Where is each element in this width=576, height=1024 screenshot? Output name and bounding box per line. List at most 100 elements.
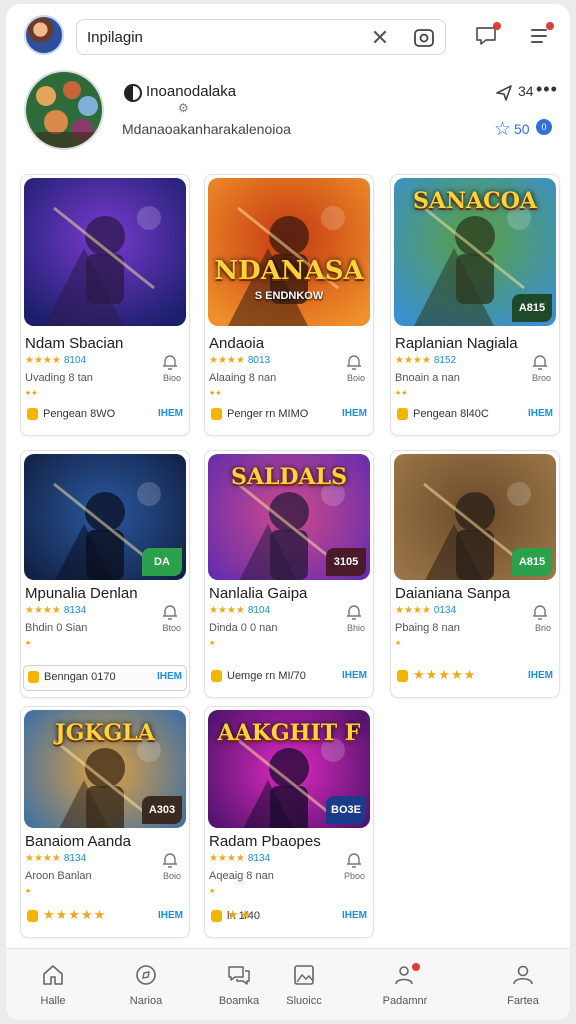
install-link[interactable]: IHEM bbox=[158, 910, 183, 921]
card-footer[interactable]: ★★★★★ IHEM bbox=[23, 905, 187, 931]
search-bar[interactable]: Inpilagin ✕ bbox=[76, 19, 446, 55]
card-footer[interactable]: Uemge rn MI/70 IHEM bbox=[207, 665, 371, 691]
bell-icon[interactable] bbox=[531, 353, 549, 371]
app-card[interactable]: NDANASA S ENDNKOW Andaoia ★★★★ 8013 Alaaing… bbox=[204, 174, 374, 436]
card-title[interactable]: Daianiana Sanpa bbox=[395, 585, 510, 602]
app-card[interactable]: A815 Daianiana Sanpa ★★★★ 0134 Pbaing 8 nan… bbox=[390, 450, 560, 698]
bell-icon[interactable] bbox=[161, 603, 179, 621]
card-title[interactable]: Mpunalia Denlan bbox=[25, 585, 138, 602]
card-meta: Dinda 0 0 nan bbox=[209, 622, 278, 634]
thumbnail-badge: DA bbox=[142, 548, 182, 576]
camera-icon[interactable] bbox=[413, 27, 435, 49]
app-card[interactable]: SANACOA A815 Raplanian Nagiala ★★★★ 8152 Bn… bbox=[390, 174, 560, 436]
bottom-nav: Halle Narioa Boamka Sluoicc Padamnr Fart… bbox=[6, 948, 570, 1020]
nav-label: Fartea bbox=[507, 995, 539, 1007]
coupon-icon bbox=[27, 910, 38, 922]
coupon-icon bbox=[397, 408, 408, 420]
thumbnail-title: SALDALS bbox=[231, 464, 347, 490]
bell-label: Brio bbox=[534, 623, 551, 633]
card-rating: ★★★★ 8134 bbox=[25, 605, 86, 616]
install-link[interactable]: IHEM bbox=[342, 670, 367, 681]
compass-icon bbox=[136, 965, 156, 985]
card-footer[interactable]: Pengean 8WO IHEM bbox=[23, 403, 187, 429]
search-input[interactable]: Inpilagin bbox=[87, 29, 143, 46]
install-link[interactable]: IHEM bbox=[528, 670, 553, 681]
chat-bubbles-icon bbox=[228, 966, 250, 985]
bell-label: Boio bbox=[162, 871, 181, 881]
gear-icon[interactable]: ⚙ bbox=[178, 101, 189, 115]
nav-item-profile[interactable]: Fartea bbox=[478, 949, 568, 1020]
thumbnail-title: AAKGHIT F bbox=[217, 720, 361, 746]
bell-label: Btoo bbox=[162, 623, 181, 633]
nav-label: Halle bbox=[40, 995, 66, 1007]
coupon-icon bbox=[28, 671, 39, 683]
card-title[interactable]: Andaoia bbox=[209, 335, 264, 352]
app-thumbnail[interactable]: SALDALS 3105 bbox=[208, 454, 370, 580]
rating-count: 8104 bbox=[247, 605, 271, 616]
app-thumbnail[interactable]: NDANASA S ENDNKOW bbox=[208, 178, 370, 326]
nav-item-studio[interactable]: Sluoicc bbox=[259, 949, 349, 1020]
card-meta: Aroon Banlan bbox=[25, 870, 92, 882]
profile-avatar[interactable] bbox=[24, 70, 104, 150]
notification-dot bbox=[493, 22, 501, 30]
card-title[interactable]: Ndam Sbacian bbox=[25, 335, 123, 352]
footer-label: Uemge rn MI/70 bbox=[227, 670, 306, 682]
app-thumbnail[interactable]: A815 bbox=[394, 454, 556, 580]
nav-item-explore[interactable]: Narioa bbox=[101, 949, 191, 1020]
share-icon[interactable] bbox=[494, 83, 514, 103]
install-link[interactable]: IHEM bbox=[157, 671, 182, 682]
bell-icon[interactable] bbox=[161, 851, 179, 869]
app-card[interactable]: JGKGLA A303 Banaiom Aanda ★★★★ 8134 Aroon B… bbox=[20, 706, 190, 938]
notification-dot bbox=[546, 22, 554, 30]
card-rating: ★★★★ 8152 bbox=[395, 355, 456, 366]
rating-count: 8134 bbox=[63, 853, 87, 864]
bell-icon[interactable] bbox=[161, 353, 179, 371]
footer-stars: ★★★★★ bbox=[413, 667, 477, 682]
bell-icon[interactable] bbox=[345, 851, 363, 869]
app-card[interactable]: AAKGHIT F BO3E Radam Pbaopes ★★★★ 8134 Aqea… bbox=[204, 706, 374, 938]
card-footer[interactable]: ★★★★★ IHEM bbox=[393, 665, 557, 691]
nav-item-community[interactable]: Padamnr bbox=[360, 949, 450, 1020]
card-footer[interactable]: Pengean 8l40C IHEM bbox=[393, 403, 557, 429]
clear-icon[interactable]: ✕ bbox=[369, 27, 391, 49]
bell-label: Bioo bbox=[162, 373, 181, 383]
bell-icon[interactable] bbox=[345, 603, 363, 621]
app-card[interactable]: DA Mpunalia Denlan ★★★★ 8134 Bhdin 0 Sian Bt… bbox=[20, 450, 190, 698]
user-avatar[interactable] bbox=[24, 15, 64, 55]
card-footer[interactable]: ln 1/40 ★★ IHEM bbox=[207, 905, 371, 931]
install-link[interactable]: IHEM bbox=[342, 910, 367, 921]
app-card[interactable]: Ndam Sbacian ★★★★ 8104 Uvading 8 tan Bioo ★★ … bbox=[20, 174, 190, 436]
app-thumbnail[interactable]: SANACOA A815 bbox=[394, 178, 556, 326]
rating-count: 8134 bbox=[63, 605, 87, 616]
footer-label: Benngan 0170 bbox=[44, 671, 116, 683]
card-title[interactable]: Nanlalia Gaipa bbox=[209, 585, 307, 602]
more-icon[interactable]: ••• bbox=[536, 79, 558, 100]
mini-stars: ★ bbox=[25, 888, 32, 895]
install-link[interactable]: IHEM bbox=[528, 408, 553, 419]
install-link[interactable]: IHEM bbox=[342, 408, 367, 419]
home-icon bbox=[43, 965, 63, 985]
nav-item-home[interactable]: Halle bbox=[8, 949, 98, 1020]
app-thumbnail[interactable]: AAKGHIT F BO3E bbox=[208, 710, 370, 828]
bell-icon[interactable] bbox=[531, 603, 549, 621]
app-card[interactable]: SALDALS 3105 Nanlalia Gaipa ★★★★ 8104 Dinda… bbox=[204, 450, 374, 698]
card-title[interactable]: Raplanian Nagiala bbox=[395, 335, 518, 352]
footer-stars: ★★★★★ bbox=[43, 907, 107, 922]
thumbnail-badge: A815 bbox=[512, 548, 552, 576]
card-footer[interactable]: Penger rn MIMO IHEM bbox=[207, 403, 371, 429]
star-icon[interactable]: ☆ bbox=[494, 118, 511, 141]
card-footer[interactable]: Benngan 0170 IHEM bbox=[23, 665, 187, 691]
rating-badge: 0 bbox=[536, 119, 552, 135]
thumbnail-badge: A815 bbox=[512, 294, 552, 322]
rating-stars: ★★★★ bbox=[25, 853, 61, 864]
app-thumbnail[interactable] bbox=[24, 178, 186, 326]
app-thumbnail[interactable]: JGKGLA A303 bbox=[24, 710, 186, 828]
app-thumbnail[interactable]: DA bbox=[24, 454, 186, 580]
bell-icon[interactable] bbox=[345, 353, 363, 371]
brand-logo-icon bbox=[124, 84, 142, 102]
card-title[interactable]: Banaiom Aanda bbox=[25, 833, 131, 850]
install-link[interactable]: IHEM bbox=[158, 408, 183, 419]
profile-subtitle: Mdanaoakanharakalenoioa bbox=[122, 121, 291, 137]
image-icon bbox=[294, 965, 314, 985]
card-title[interactable]: Radam Pbaopes bbox=[209, 833, 321, 850]
